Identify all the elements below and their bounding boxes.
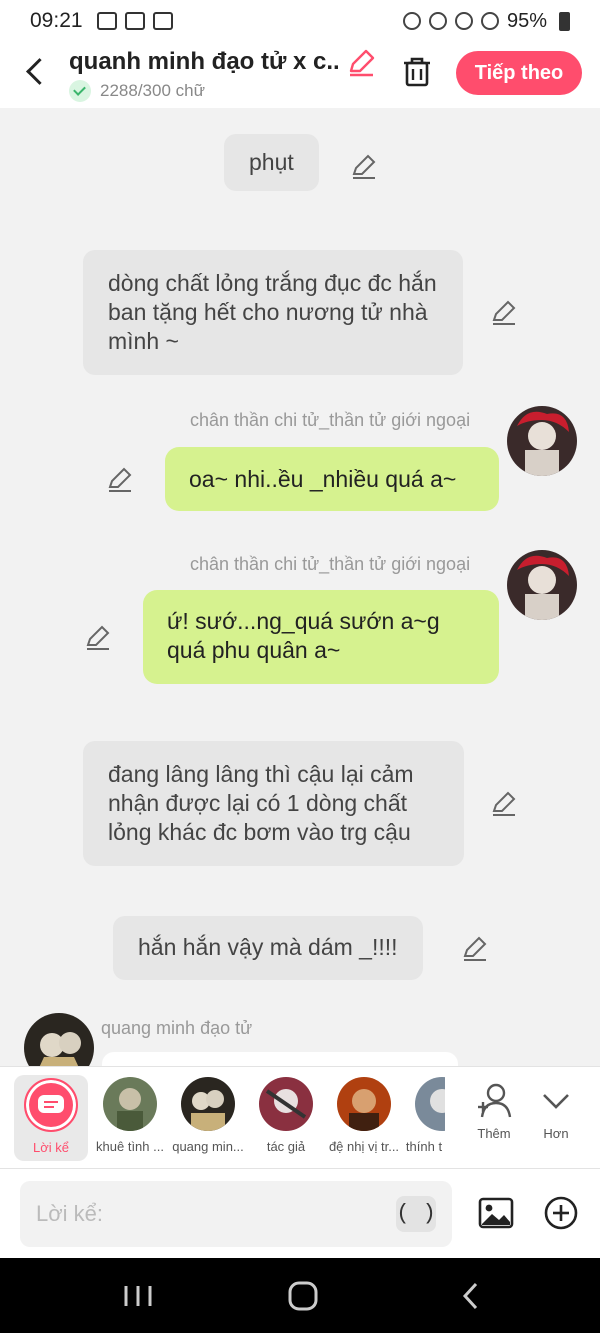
character-item[interactable]: đệ nhị vị tr...	[325, 1077, 403, 1154]
mute-icon	[428, 12, 447, 30]
youtube-notification-icon	[152, 12, 173, 30]
app-notification-icon	[124, 12, 145, 30]
edit-message-icon[interactable]	[490, 790, 518, 818]
narration-bubble[interactable]: hắn hắn vậy mà dám _!!!!	[113, 916, 423, 980]
speaker-name: chân thần chi tử_thần tử giới ngoại	[190, 410, 471, 430]
chevron-down-icon	[543, 1094, 569, 1109]
add-icon[interactable]	[542, 1194, 580, 1232]
character-item[interactable]: quang min...	[169, 1077, 247, 1154]
word-count: 2288/300 chữ	[69, 80, 205, 102]
character-selector: Lời kể khuê tình ... quang min... tác gi…	[0, 1066, 600, 1168]
wifi-icon	[454, 12, 473, 30]
composer: ( )	[0, 1168, 600, 1258]
recent-apps-button[interactable]	[118, 1280, 158, 1312]
chat-bubble-icon	[24, 1078, 78, 1132]
narration-bubble[interactable]: đang lâng lâng thì cậu lại cảm nhận được…	[83, 741, 464, 866]
add-user-icon	[478, 1083, 512, 1118]
editor-header: quanh minh đạo tử x c... 2288/300 chữ Ti…	[0, 42, 600, 108]
narration-selector[interactable]: Lời kể	[14, 1075, 88, 1161]
character-item[interactable]: thính t	[403, 1077, 445, 1154]
edit-message-icon[interactable]	[106, 466, 134, 494]
speaker-avatar[interactable]	[507, 550, 577, 620]
gallery-notification-icon	[96, 12, 117, 30]
edit-message-icon[interactable]	[350, 153, 378, 181]
back-nav-button[interactable]	[452, 1280, 492, 1312]
speaker-name: chân thần chi tử_thần tử giới ngoại	[190, 554, 471, 574]
image-icon[interactable]	[477, 1194, 515, 1232]
story-title[interactable]: quanh minh đạo tử x c...	[69, 48, 341, 76]
dialogue-bubble[interactable]: ứ! sướ...ng_quá sướn a~g quá phu quân a~	[143, 590, 499, 684]
home-button[interactable]	[282, 1280, 322, 1312]
character-item[interactable]: khuê tình ...	[91, 1077, 169, 1154]
next-button[interactable]: Tiếp theo	[456, 51, 582, 95]
edit-message-icon[interactable]	[461, 935, 489, 963]
dialogue-bubble[interactable]: oa~ nhi..ều _nhiều quá a~	[165, 447, 499, 511]
check-icon	[69, 80, 91, 102]
delete-button[interactable]	[400, 54, 434, 88]
edit-message-icon[interactable]	[490, 299, 518, 327]
message-input[interactable]	[20, 1181, 452, 1247]
narration-bubble[interactable]: phụt	[224, 134, 319, 191]
add-character-button[interactable]: Thêm	[466, 1081, 522, 1141]
parentheses-button[interactable]: ( )	[396, 1196, 436, 1232]
character-avatar	[103, 1077, 157, 1131]
edit-title-icon[interactable]	[346, 48, 376, 78]
expand-characters-button[interactable]: Hơn	[528, 1081, 584, 1141]
battery-percent: 95%	[506, 9, 547, 32]
alarm-icon	[402, 12, 421, 30]
character-avatar	[181, 1077, 235, 1131]
system-nav-bar	[0, 1258, 600, 1333]
character-avatar	[259, 1077, 313, 1131]
status-bar: 09:21 95%	[0, 0, 600, 42]
dialogue-bubble[interactable]	[102, 1052, 458, 1066]
character-avatar	[415, 1077, 445, 1131]
story-chat[interactable]: phụt dòng chất lỏng trắng đục đc hắn ban…	[0, 108, 600, 1066]
narration-bubble[interactable]: dòng chất lỏng trắng đục đc hắn ban tặng…	[83, 250, 463, 375]
character-item[interactable]: tác giả	[247, 1077, 325, 1154]
speaker-avatar[interactable]	[507, 406, 577, 476]
battery-icon	[559, 11, 570, 31]
back-button[interactable]	[18, 54, 54, 90]
edit-message-icon[interactable]	[84, 624, 112, 652]
speaker-name: quang minh đạo tử	[101, 1018, 253, 1038]
status-time: 09:21	[30, 9, 83, 32]
signal-icon	[480, 12, 499, 30]
character-avatar	[337, 1077, 391, 1131]
speaker-avatar[interactable]	[24, 1013, 94, 1066]
